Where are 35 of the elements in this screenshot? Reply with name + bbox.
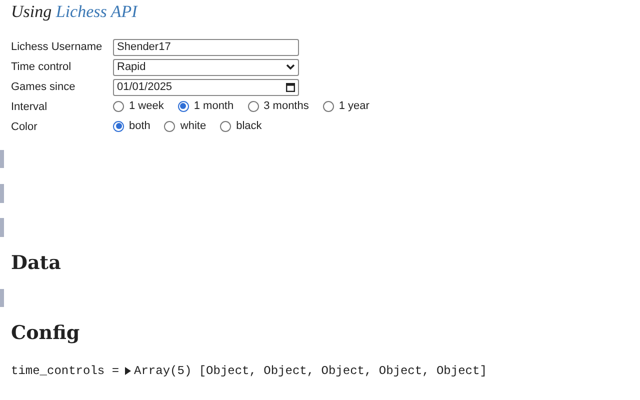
radio-button[interactable] [220, 120, 232, 132]
radio-button[interactable] [164, 120, 176, 132]
field-label: Interval [11, 100, 48, 115]
date-field[interactable]: 01/01/2025 [113, 78, 299, 96]
variable-name: time_controls = [11, 363, 120, 379]
radio-label[interactable]: white [180, 118, 206, 134]
radio-label[interactable]: 1 week [129, 98, 164, 114]
radio-button[interactable] [113, 100, 124, 112]
api-link[interactable]: Lichess API [56, 2, 138, 21]
section-heading: Data [11, 251, 61, 276]
field-label: Games since [11, 80, 76, 95]
subtitle-text: Using [11, 2, 52, 21]
section-heading: Config [11, 321, 80, 346]
radio-button[interactable] [248, 100, 259, 112]
expand-triangle-icon[interactable] [125, 367, 132, 375]
cell-bar [0, 184, 4, 203]
radio-button[interactable] [178, 100, 189, 112]
field-label: Color [11, 120, 38, 135]
calendar-icon[interactable] [286, 82, 295, 92]
radio-button[interactable] [113, 120, 124, 132]
time-control-dropdown[interactable]: Rapid [113, 58, 299, 76]
radio-label[interactable]: black [236, 118, 262, 134]
field-label: Time control [11, 60, 72, 75]
chevron-down-icon [286, 64, 295, 70]
radio-label[interactable]: 1 year [338, 98, 370, 114]
username-field[interactable]: Shender17 [113, 38, 299, 56]
field-label: Lichess Username [11, 40, 104, 55]
radio-button[interactable] [322, 100, 334, 112]
cell-bar [0, 150, 4, 168]
radio-label[interactable]: both [129, 118, 150, 134]
variable-value[interactable]: Array(5) [Object, Object, Object, Object, Object] [134, 363, 487, 379]
radio-label[interactable]: 1 month [194, 98, 234, 114]
cell-bar [0, 289, 4, 307]
radio-label[interactable]: 3 months [264, 98, 309, 114]
cell-bar [0, 218, 4, 237]
